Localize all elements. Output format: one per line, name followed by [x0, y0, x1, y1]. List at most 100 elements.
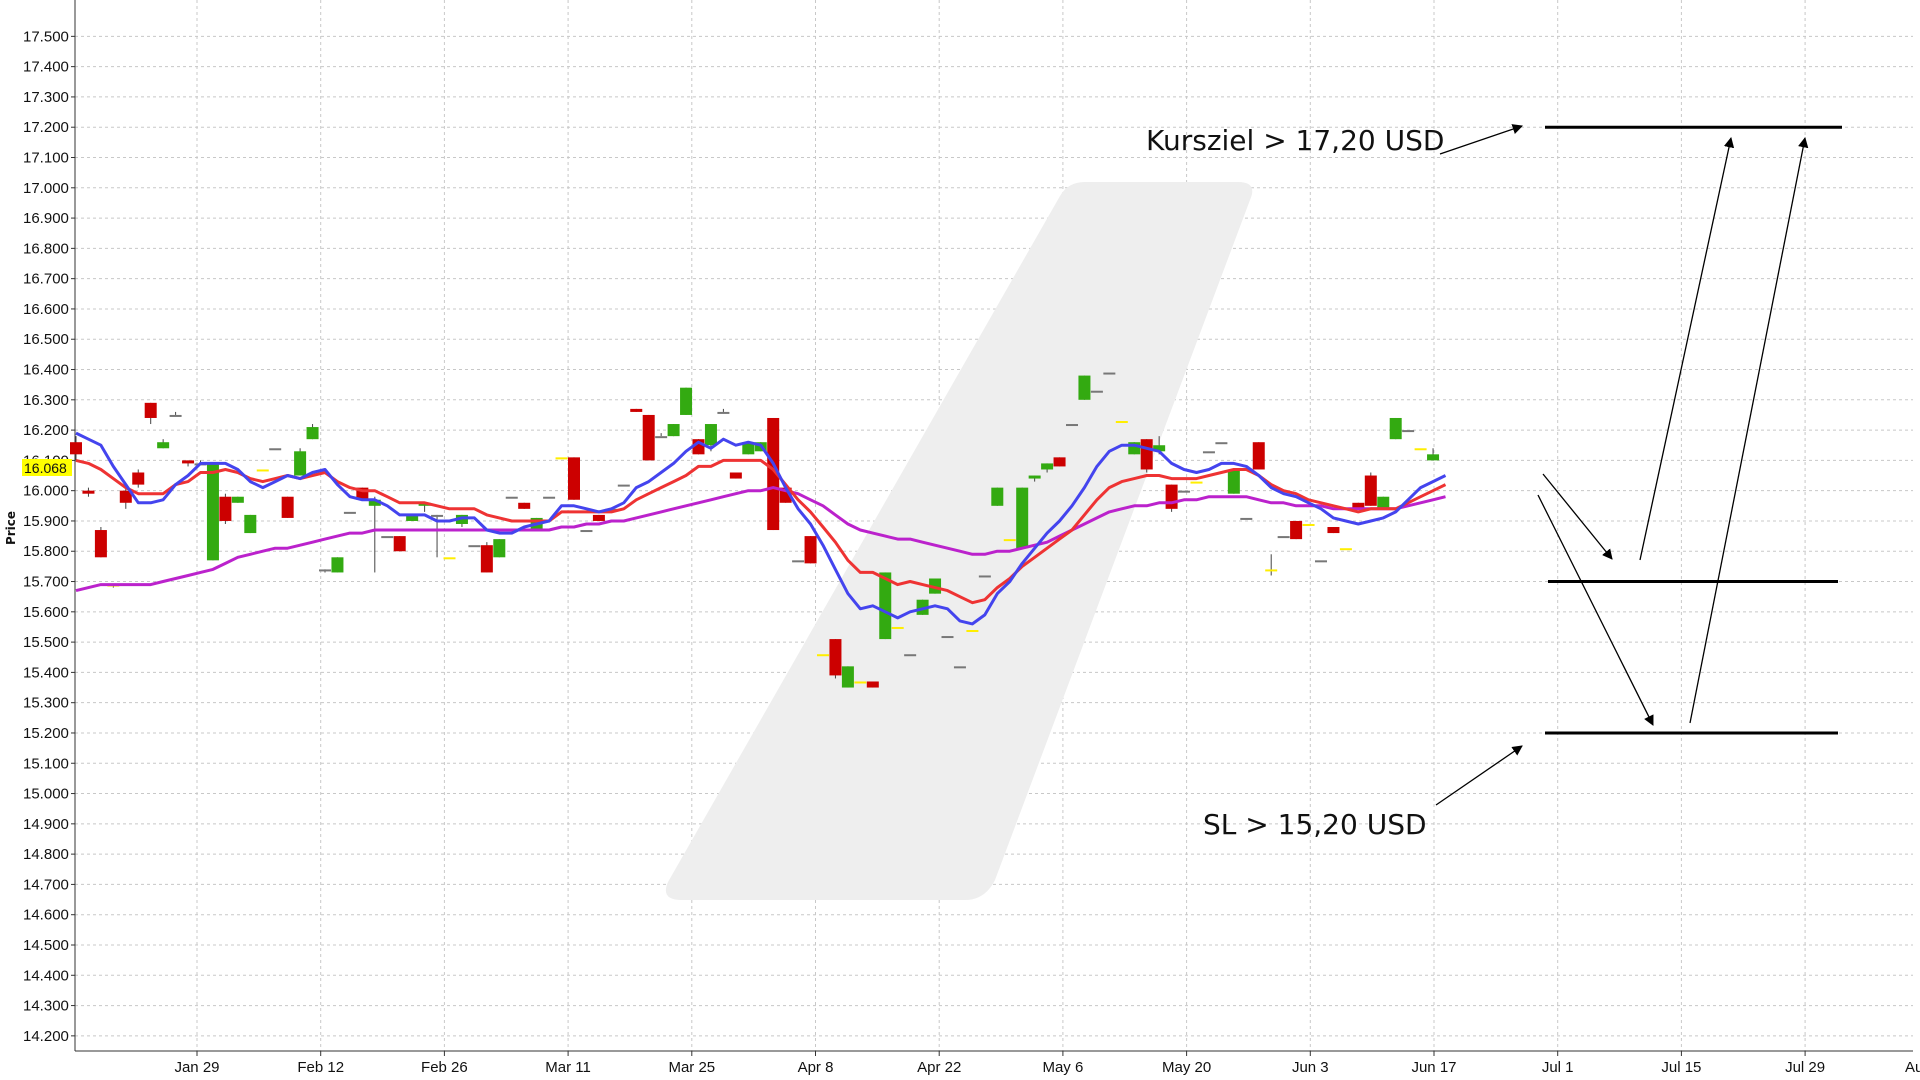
candle — [244, 514, 257, 534]
candle-body — [306, 427, 319, 440]
candle — [953, 666, 966, 669]
y-tick-label: 16.000 — [23, 483, 69, 500]
moving-average-lines — [75, 431, 1447, 626]
last-price-marker: 16.068 — [22, 459, 72, 476]
candle-body — [70, 442, 82, 455]
candle-body — [1315, 560, 1327, 563]
candle-body — [804, 536, 817, 564]
candle — [393, 536, 406, 552]
candle-body — [1277, 536, 1290, 539]
projection-arrow — [1435, 745, 1523, 806]
candle-body — [1364, 475, 1377, 506]
candle-body — [1202, 451, 1215, 454]
candle-body — [555, 457, 568, 460]
last-price-label: 16.068 — [24, 460, 67, 476]
candle-body — [729, 472, 742, 479]
candle — [94, 527, 107, 558]
y-tick-label: 14.700 — [23, 876, 69, 893]
candle — [1302, 523, 1315, 526]
candle-body — [82, 490, 95, 494]
candle — [543, 496, 556, 499]
candle-body — [319, 569, 331, 572]
candle-body — [1041, 463, 1054, 470]
candle — [1277, 536, 1290, 539]
candle — [1140, 439, 1153, 473]
candle — [1240, 517, 1253, 520]
candle-body — [1302, 523, 1315, 526]
y-tick-label: 15.300 — [23, 695, 69, 712]
candle-body — [443, 557, 456, 560]
candle — [642, 414, 655, 461]
candle-body — [1190, 481, 1203, 484]
candle — [717, 408, 730, 414]
candle — [904, 654, 917, 657]
y-axis-label: Price — [4, 511, 18, 545]
y-tick-label: 14.800 — [23, 846, 69, 863]
x-axis-ticks: Jan 29 Feb 12 Feb 26 Mar 11 Mar 25 Apr 8 Apr 2… — [174, 1051, 1920, 1076]
candle — [978, 575, 991, 578]
y-tick-label: 16.400 — [23, 362, 69, 379]
candle — [1315, 560, 1327, 563]
candle — [1103, 372, 1116, 375]
candle — [891, 626, 904, 629]
candle-body — [393, 536, 406, 552]
candle — [256, 469, 269, 472]
x-tick-label: Aug 12 — [1905, 1059, 1920, 1076]
candle-body — [966, 629, 979, 632]
candle — [1339, 548, 1352, 551]
y-tick-label: 16.300 — [23, 392, 69, 409]
candle — [1215, 442, 1228, 445]
candle-body — [1227, 469, 1240, 494]
stop-loss-annotation: SL > 15,20 USD — [1203, 808, 1427, 841]
candle — [231, 496, 244, 503]
y-tick-label: 16.700 — [23, 271, 69, 288]
candle — [493, 539, 506, 558]
candle — [182, 460, 195, 467]
candle-body — [1053, 457, 1066, 467]
candle-body — [617, 484, 630, 487]
candle-body — [206, 463, 219, 561]
candle — [966, 629, 979, 632]
candle-body — [642, 414, 655, 461]
candle-body — [978, 575, 991, 578]
candle-body — [879, 572, 892, 640]
candle — [1165, 484, 1178, 512]
candle-body — [1115, 421, 1128, 424]
y-tick-label: 14.500 — [23, 937, 69, 954]
y-tick-label: 14.600 — [23, 907, 69, 924]
candle — [1377, 496, 1390, 509]
candle-body — [854, 681, 867, 684]
candle — [1427, 448, 1440, 461]
candle — [82, 487, 95, 497]
candle-body — [281, 496, 294, 518]
candle-body — [144, 402, 157, 418]
candle-body — [655, 436, 668, 439]
candle — [518, 502, 531, 509]
candle-body — [717, 411, 730, 414]
candle — [866, 681, 879, 688]
candle-body — [1327, 527, 1340, 534]
candle — [1016, 487, 1029, 549]
candle-body — [132, 472, 145, 485]
candle — [157, 439, 170, 449]
candle — [680, 387, 693, 415]
candle — [1364, 472, 1377, 506]
x-tick-label: Apr 22 — [917, 1059, 961, 1076]
candle-body — [1028, 475, 1041, 479]
y-tick-label: 17.000 — [23, 180, 69, 197]
candle — [1402, 430, 1415, 433]
candle-body — [468, 545, 481, 548]
candle — [169, 411, 182, 417]
y-tick-label: 14.200 — [23, 1028, 69, 1045]
candle — [219, 493, 232, 524]
candle — [132, 469, 145, 488]
y-tick-label: 15.700 — [23, 574, 69, 591]
x-tick-label: May 20 — [1162, 1059, 1211, 1076]
y-tick-label: 15.400 — [23, 664, 69, 681]
candle — [1202, 451, 1215, 454]
candle — [1190, 481, 1203, 484]
y-tick-label: 15.200 — [23, 725, 69, 742]
candle-body — [630, 408, 643, 412]
candle-body — [505, 496, 518, 499]
watermark-logo — [665, 182, 1253, 900]
